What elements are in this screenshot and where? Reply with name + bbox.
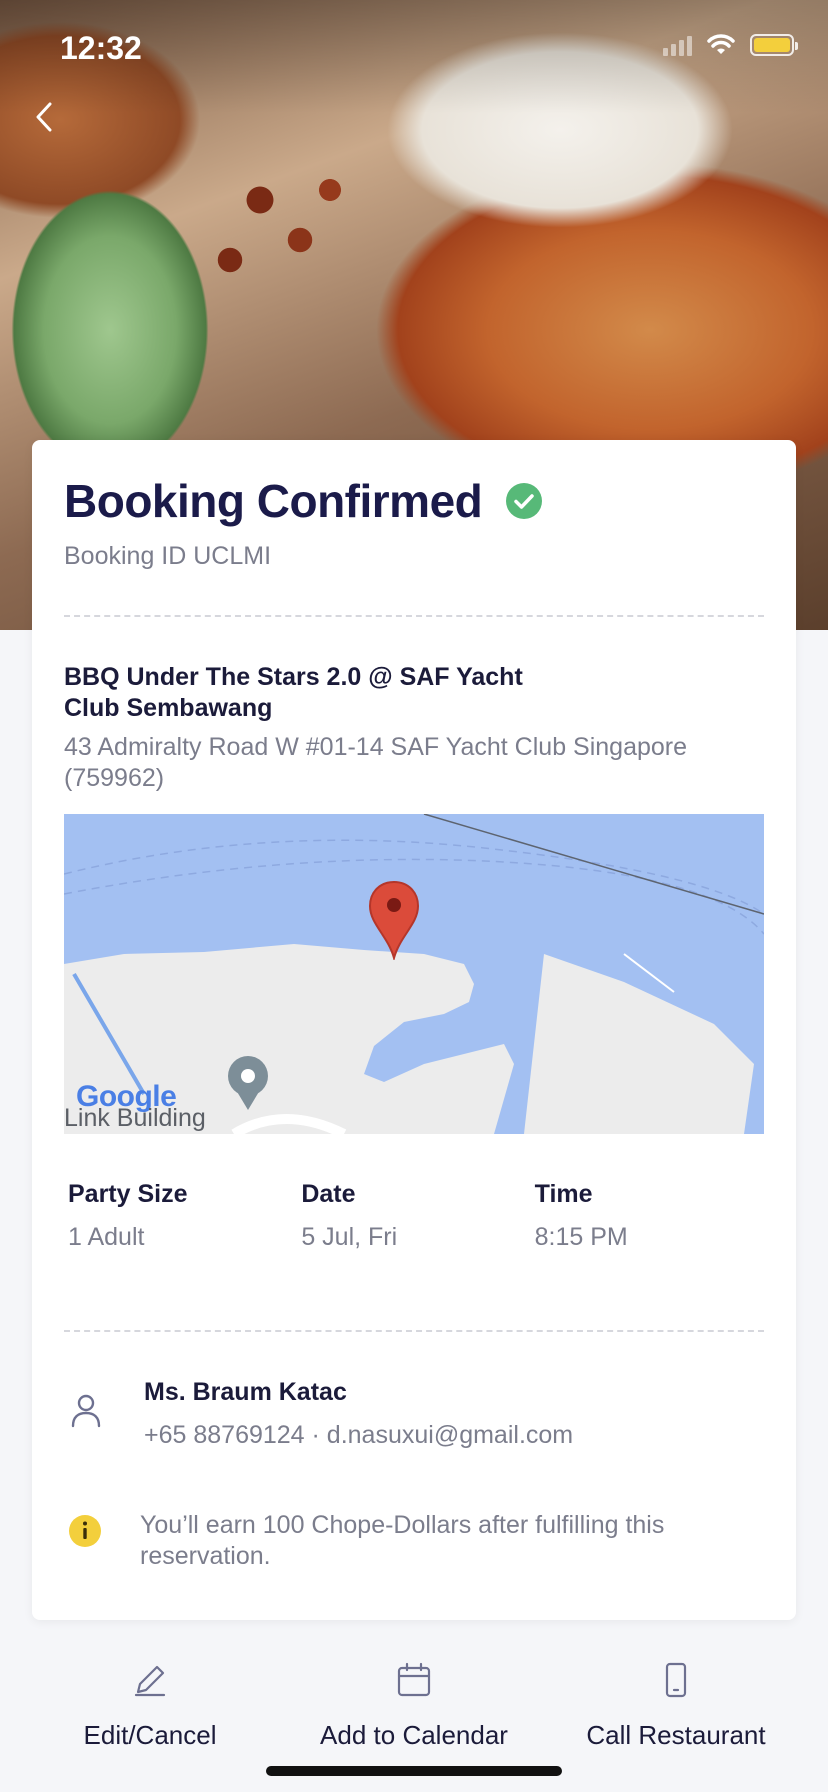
detail-value: 8:15 PM xyxy=(534,1223,628,1251)
action-label: Call Restaurant xyxy=(586,1720,766,1750)
detail-date: Date 5 Jul, Fri xyxy=(301,1180,534,1252)
title-row: Booking Confirmed xyxy=(64,474,543,528)
check-circle-icon xyxy=(506,483,543,519)
status-icons xyxy=(663,34,798,56)
back-button[interactable] xyxy=(28,92,62,142)
detail-label: Date xyxy=(301,1180,356,1208)
detail-party-size: Party Size 1 Adult xyxy=(68,1180,301,1252)
page-title: Booking Confirmed xyxy=(64,475,483,527)
detail-label: Party Size xyxy=(68,1180,188,1208)
restaurant-address: 43 Admiralty Road W #01-14 SAF Yacht Clu… xyxy=(64,733,688,792)
call-restaurant-button[interactable]: Call Restaurant xyxy=(546,1660,806,1751)
status-bar: 12:32 xyxy=(0,0,828,100)
info-icon xyxy=(69,1515,101,1547)
detail-value: 5 Jul, Fri xyxy=(301,1223,398,1251)
bottom-action-bar: Edit/Cancel Add to Calendar Call Restaur… xyxy=(0,1660,828,1760)
person-icon xyxy=(71,1394,101,1428)
map-place-label: Link Building xyxy=(64,1104,206,1132)
note-text: You’ll earn 100 Chope-Dollars after fulf… xyxy=(140,1511,665,1570)
booking-card: Booking Confirmed Booking ID UCLMI BBQ U… xyxy=(32,440,796,1620)
booking-details: Party Size 1 Adult Date 5 Jul, Fri Time … xyxy=(68,1180,768,1252)
edit-cancel-button[interactable]: Edit/Cancel xyxy=(20,1660,280,1751)
detail-value: 1 Adult xyxy=(68,1223,145,1251)
phone-icon xyxy=(665,1662,687,1698)
calendar-icon xyxy=(397,1662,431,1697)
divider xyxy=(64,615,764,617)
restaurant-name: BBQ Under The Stars 2.0 @ SAF Yacht Club… xyxy=(64,663,523,722)
detail-label: Time xyxy=(534,1180,593,1208)
status-time: 12:32 xyxy=(60,30,142,66)
divider xyxy=(64,1330,764,1332)
cellular-signal-icon xyxy=(663,34,692,56)
chope-dollars-note: You’ll earn 100 Chope-Dollars after fulf… xyxy=(64,1510,764,1572)
pencil-icon xyxy=(134,1665,166,1697)
home-indicator xyxy=(266,1766,562,1776)
guest-contact: +65 88769124 · d.nasuxui@gmail.com xyxy=(144,1421,574,1449)
battery-icon xyxy=(750,34,798,56)
booking-id: Booking ID UCLMI xyxy=(64,542,272,570)
add-to-calendar-button[interactable]: Add to Calendar xyxy=(284,1660,544,1751)
detail-time: Time 8:15 PM xyxy=(535,1180,768,1252)
location-map[interactable]: Google Link Building xyxy=(64,814,764,1134)
map-pin-icon xyxy=(368,880,420,960)
action-label: Add to Calendar xyxy=(320,1720,508,1750)
guest-info: Ms. Braum Katac +65 88769124 · d.nasuxui… xyxy=(64,1378,764,1450)
action-label: Edit/Cancel xyxy=(83,1720,217,1750)
wifi-icon xyxy=(707,34,735,54)
guest-name: Ms. Braum Katac xyxy=(144,1378,347,1406)
